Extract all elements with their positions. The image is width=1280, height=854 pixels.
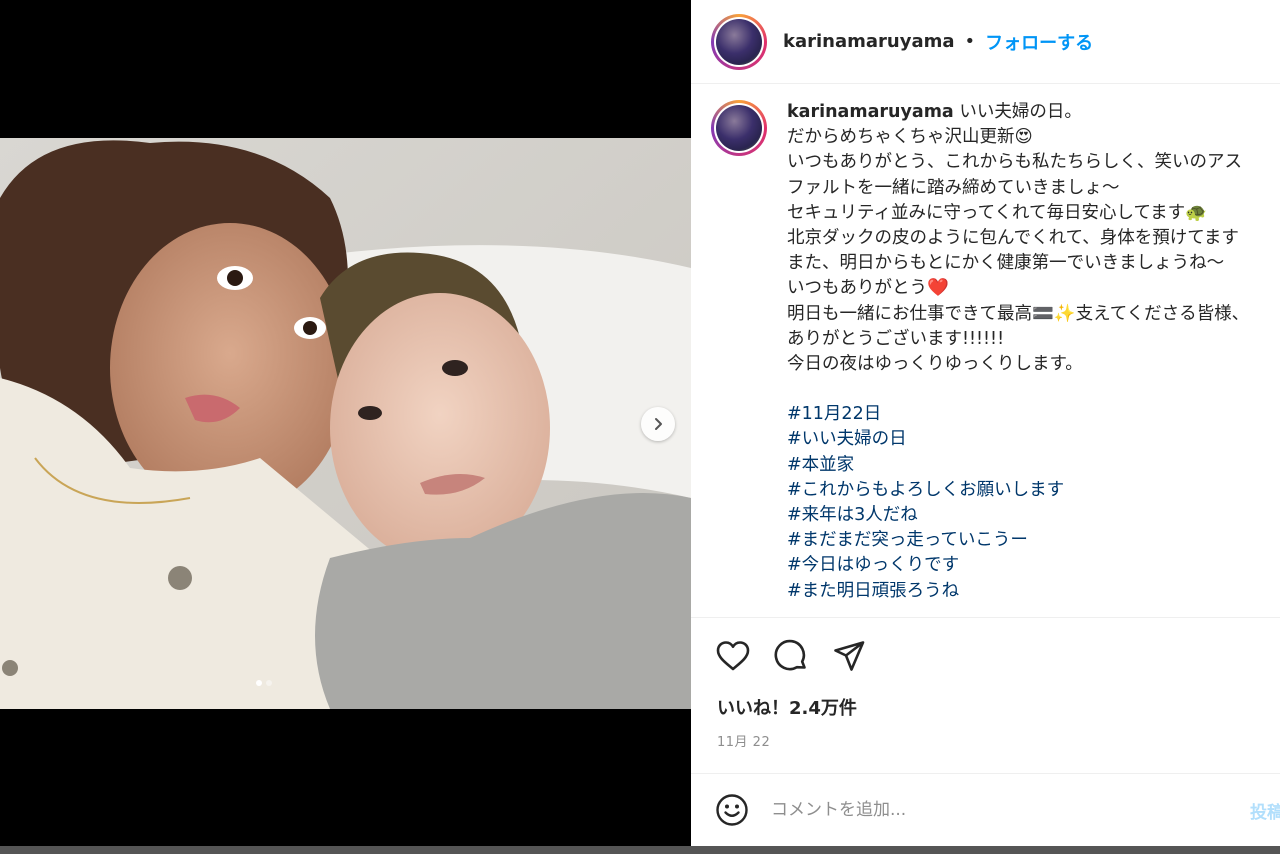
post-media bbox=[0, 0, 691, 854]
hashtag-link[interactable]: #11月22日 bbox=[787, 402, 1280, 427]
avatar[interactable] bbox=[711, 13, 767, 70]
caption-line: 明日も一緒にお仕事できて最高🟰✨支えてくださる皆様、 bbox=[787, 303, 1250, 324]
bottom-bar bbox=[0, 846, 1280, 854]
comment-box: 投稿する bbox=[691, 773, 1280, 846]
caption-line: 今日の夜はゆっくりゆっくりします。 bbox=[787, 354, 1083, 375]
caption-row: karinamaruyama いい夫婦の日。 だからめちゃくちゃ沢山更新😍 いつ… bbox=[711, 100, 1280, 604]
caption-area[interactable]: karinamaruyama いい夫婦の日。 だからめちゃくちゃ沢山更新😍 いつ… bbox=[691, 84, 1280, 617]
carousel-indicator bbox=[256, 680, 272, 686]
caption-line: また、明日からもとにかく健康第一でいきましょうね〜 bbox=[787, 253, 1225, 274]
caption-first-line: karinamaruyama いい夫婦の日。 bbox=[787, 100, 1280, 125]
hashtag-link[interactable]: #今日はゆっくりです bbox=[787, 553, 1280, 578]
caption-line: いつもありがとう❤️ bbox=[787, 278, 949, 299]
post-header: karinamaruyama • フォローする bbox=[691, 0, 1280, 84]
caption-avatar-image bbox=[716, 105, 762, 151]
caption-line: いつもありがとう、これからも私たちらしく、笑いのアス bbox=[787, 152, 1242, 173]
post-photo[interactable] bbox=[0, 138, 691, 709]
avatar-image bbox=[716, 18, 762, 65]
share-button[interactable] bbox=[831, 638, 867, 674]
comment-button[interactable] bbox=[773, 638, 809, 674]
post-date[interactable]: 11月 22 bbox=[717, 731, 770, 750]
caption-line: ありがとうございます!!!!!! bbox=[787, 328, 1005, 349]
smiley-icon[interactable] bbox=[715, 793, 749, 827]
caption-text: karinamaruyama いい夫婦の日。 だからめちゃくちゃ沢山更新😍 いつ… bbox=[787, 100, 1280, 604]
caption-username[interactable]: karinamaruyama bbox=[787, 102, 954, 122]
hashtag-link[interactable]: #また明日頑張ろうね bbox=[787, 579, 1280, 604]
caption-avatar[interactable] bbox=[711, 100, 767, 156]
caption-line: だからめちゃくちゃ沢山更新😍 bbox=[787, 127, 1033, 148]
next-photo-button[interactable] bbox=[641, 407, 675, 441]
header-username[interactable]: karinamaruyama bbox=[783, 31, 955, 52]
hashtag-list: #11月22日 #いい夫婦の日 #本並家 #これからもよろしくお願いします #来… bbox=[787, 402, 1280, 604]
comment-icon bbox=[774, 639, 806, 671]
caption-title: いい夫婦の日。 bbox=[959, 102, 1082, 122]
photo-illustration bbox=[0, 138, 691, 709]
post-comment-button[interactable]: 投稿する bbox=[1250, 798, 1280, 823]
hashtag-link[interactable]: #来年は3人だね bbox=[787, 503, 1280, 528]
like-button[interactable] bbox=[715, 638, 751, 674]
hashtag-link[interactable]: #いい夫婦の日 bbox=[787, 427, 1280, 452]
chevron-right-icon bbox=[655, 418, 662, 430]
action-bar bbox=[691, 617, 1280, 674]
header-separator: • bbox=[964, 31, 976, 52]
hashtag-link[interactable]: #これからもよろしくお願いします bbox=[787, 478, 1280, 503]
caption-line: 北京ダックの皮のように包んでくれて、身体を預けてます bbox=[787, 228, 1239, 249]
share-icon bbox=[834, 641, 865, 671]
like-count[interactable]: いいね！2.4万件 bbox=[717, 694, 857, 720]
hashtag-link[interactable]: #本並家 bbox=[787, 453, 1280, 478]
post-panel: karinamaruyama • フォローする karinamaruyama い… bbox=[691, 0, 1280, 846]
carousel-dot-active bbox=[256, 680, 262, 686]
caption-line: セキュリティ並みに守ってくれて毎日安心してます🐢 bbox=[787, 202, 1207, 223]
hashtag-link[interactable]: #まだまだ突っ走っていこうー bbox=[787, 528, 1280, 553]
caption-line: ファルトを一緒に踏み締めていきましょ〜 bbox=[787, 177, 1120, 198]
follow-button[interactable]: フォローする bbox=[985, 29, 1093, 55]
comment-input[interactable] bbox=[771, 800, 1211, 820]
carousel-dot bbox=[266, 680, 272, 686]
heart-icon bbox=[716, 641, 750, 671]
